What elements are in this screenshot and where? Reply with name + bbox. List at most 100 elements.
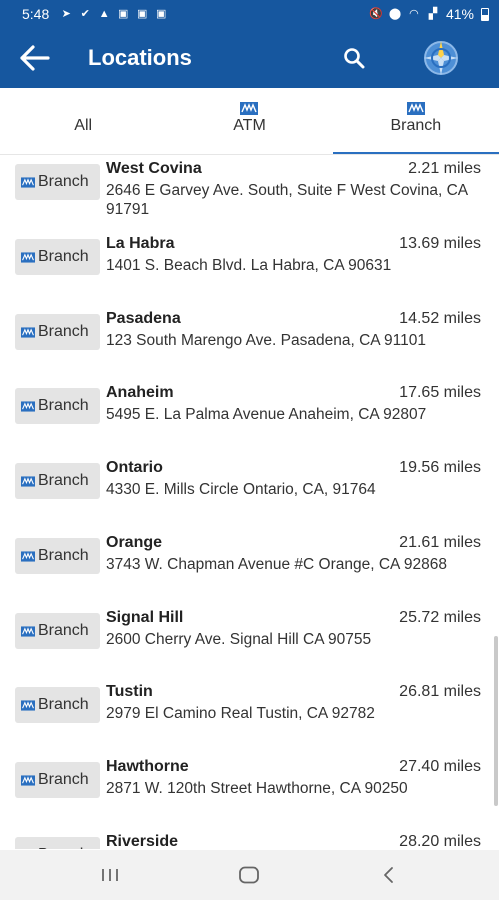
location-name: Signal Hill xyxy=(106,609,184,626)
image-icon: ▣ xyxy=(137,7,148,20)
location-distance: 19.56 miles xyxy=(399,459,481,476)
location-address: 2979 El Camino Real Tustin, CA 92782 xyxy=(106,705,375,722)
location-type-badge: Branch xyxy=(15,388,100,424)
app-bar: Locations xyxy=(0,28,499,88)
app-icon: ▣ xyxy=(118,7,129,20)
list-item[interactable]: Branch Hawthorne 27.40 miles 2871 W. 120… xyxy=(0,754,499,829)
status-time: 5:48 xyxy=(22,6,50,22)
location-address: 1401 S. Beach Blvd. La Habra, CA 90631 xyxy=(106,257,392,274)
location-type-badge: Branch xyxy=(15,164,100,200)
location-type-tabs: All ATM Branch xyxy=(0,88,499,154)
location-type-badge: Branch xyxy=(15,837,100,849)
bank-logo-icon xyxy=(21,774,35,786)
recents-button[interactable] xyxy=(90,860,130,890)
location-type-badge: Branch xyxy=(15,239,100,275)
recents-icon xyxy=(102,869,118,881)
location-address: 2600 Cherry Ave. Signal Hill CA 90755 xyxy=(106,631,372,648)
location-name: La Habra xyxy=(106,235,175,252)
battery-percent: 41% xyxy=(445,6,474,22)
location-name: Riverside xyxy=(106,833,179,849)
page-title: Locations xyxy=(88,45,192,70)
location-name: Tustin xyxy=(106,683,153,700)
location-address: 2871 W. 120th Street Hawthorne, CA 90250 xyxy=(106,780,408,797)
map-view-button[interactable] xyxy=(418,36,464,80)
badge-label: Branch xyxy=(38,472,89,489)
location-address: 3743 W. Chapman Avenue #C Orange, CA 928… xyxy=(106,556,447,573)
location-address: 2646 E Garvey Ave. South, Suite F West C… xyxy=(106,182,468,218)
location-name: Ontario xyxy=(106,459,163,476)
battery-icon xyxy=(481,7,489,21)
location-distance: 28.20 miles xyxy=(399,833,481,849)
badge-label: Branch xyxy=(38,622,89,639)
badge-label: Branch xyxy=(38,547,89,564)
scrollbar[interactable] xyxy=(494,636,498,806)
system-nav-bar xyxy=(0,850,499,900)
location-distance: 26.81 miles xyxy=(399,683,481,700)
bank-logo-icon xyxy=(406,102,425,115)
signal-icon: ▞ xyxy=(428,7,438,20)
bank-logo-icon xyxy=(21,699,35,711)
location-type-badge: Branch xyxy=(15,762,100,798)
location-type-badge: Branch xyxy=(15,613,100,649)
bank-logo-icon xyxy=(21,326,35,338)
search-icon xyxy=(344,48,365,69)
location-name: Anaheim xyxy=(106,384,174,401)
list-item[interactable]: Branch La Habra 13.69 miles 1401 S. Beac… xyxy=(0,231,499,306)
search-button[interactable] xyxy=(336,40,372,76)
location-distance: 14.52 miles xyxy=(399,310,481,327)
location-icon: ⬤ xyxy=(388,7,402,20)
location-distance: 2.21 miles xyxy=(408,160,481,177)
home-button[interactable] xyxy=(229,860,269,890)
tabs-divider xyxy=(0,154,499,155)
badge-label: Branch xyxy=(38,323,89,340)
tab-all[interactable]: All xyxy=(0,88,166,154)
location-address: 123 South Marengo Ave. Pasadena, CA 9110… xyxy=(106,332,427,349)
list-item[interactable]: Branch Signal Hill 25.72 miles 2600 Cher… xyxy=(0,605,499,680)
mute-icon: 🔇 xyxy=(369,7,383,20)
list-item[interactable]: Branch Orange 21.61 miles 3743 W. Chapma… xyxy=(0,530,499,605)
email-icon: ▣ xyxy=(156,7,167,20)
tab-branch-label: Branch xyxy=(390,117,442,134)
list-item[interactable]: Branch Ontario 19.56 miles 4330 E. Mills… xyxy=(0,455,499,530)
back-button[interactable] xyxy=(0,28,70,88)
location-distance: 25.72 miles xyxy=(399,609,481,626)
location-type-badge: Branch xyxy=(15,314,100,350)
bank-logo-icon xyxy=(21,475,35,487)
location-distance: 17.65 miles xyxy=(399,384,481,401)
location-address: 4330 E. Mills Circle Ontario, CA, 91764 xyxy=(106,481,376,498)
tab-branch[interactable]: Branch xyxy=(332,88,499,154)
tab-atm[interactable]: ATM xyxy=(166,88,332,154)
badge-label: Branch xyxy=(38,771,89,788)
bank-logo-icon xyxy=(21,400,35,412)
nav-back-icon xyxy=(384,867,393,883)
locations-list[interactable]: Branch West Covina 2.21 miles 2646 E Gar… xyxy=(0,156,499,849)
location-distance: 27.40 miles xyxy=(399,758,481,775)
location-distance: 21.61 miles xyxy=(399,534,481,551)
bank-logo-icon xyxy=(240,102,259,115)
tab-atm-label: ATM xyxy=(233,117,266,134)
nav-back-button[interactable] xyxy=(369,860,409,890)
tab-all-label: All xyxy=(74,117,93,134)
bank-logo-icon xyxy=(21,550,35,562)
location-type-badge: Branch xyxy=(15,687,100,723)
list-item[interactable]: Branch Tustin 26.81 miles 2979 El Camino… xyxy=(0,679,499,754)
list-item[interactable]: Branch Anaheim 17.65 miles 5495 E. La Pa… xyxy=(0,380,499,455)
badge-label: Branch xyxy=(38,696,89,713)
bank-logo-icon xyxy=(21,625,35,637)
list-item[interactable]: Branch Pasadena 14.52 miles 123 South Ma… xyxy=(0,306,499,381)
badge-label: Branch xyxy=(38,248,89,265)
badge-label: Branch xyxy=(38,397,89,414)
status-bar: 5:48 ➤ ✔ ▲ ▣ ▣ ▣ 🔇 ⬤ ◠ ▞ 41% xyxy=(0,0,499,28)
arrow-left-icon xyxy=(20,45,50,71)
location-name: West Covina xyxy=(106,160,202,177)
map-compass-icon xyxy=(424,41,458,75)
wifi-icon: ◠ xyxy=(409,7,419,20)
location-address: 5495 E. La Palma Avenue Anaheim, CA 9280… xyxy=(106,406,427,423)
badge-label: Branch xyxy=(38,173,89,190)
list-item[interactable]: Branch Riverside 28.20 miles xyxy=(0,829,499,849)
telegram-icon: ➤ xyxy=(61,7,71,20)
location-name: Orange xyxy=(106,534,163,551)
location-type-badge: Branch xyxy=(15,538,100,574)
location-distance: 13.69 miles xyxy=(399,235,481,252)
list-item[interactable]: Branch West Covina 2.21 miles 2646 E Gar… xyxy=(0,156,499,231)
